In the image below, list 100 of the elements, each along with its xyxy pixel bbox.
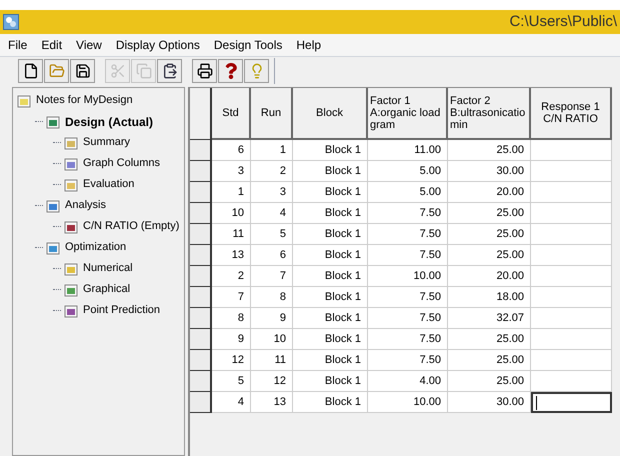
table-cell: Block 1 (293, 224, 368, 245)
row-header[interactable] (190, 224, 212, 245)
printer-icon (196, 63, 212, 79)
row-header[interactable] (190, 308, 212, 329)
table-cell: 3 (212, 161, 251, 182)
table-cell: 5.00 (368, 161, 448, 182)
table-cell: Block 1 (293, 371, 368, 392)
tree-item[interactable]: Evaluation (83, 176, 134, 193)
table-cell: 2 (212, 266, 251, 287)
table-cell: 10.00 (368, 266, 448, 287)
clipboard-icon (162, 63, 178, 79)
tree-item[interactable]: C/N RATIO (Empty) (83, 218, 180, 235)
table-cell: 9 (212, 329, 251, 350)
row-header[interactable] (190, 392, 212, 413)
table-cell: 9 (251, 308, 293, 329)
tree-item[interactable]: Summary (83, 134, 130, 151)
table-cell: 25.00 (448, 140, 531, 161)
table-cell: Block 1 (293, 287, 368, 308)
tree-item[interactable]: Design (Actual) (65, 112, 154, 130)
menu-item[interactable]: File (8, 36, 28, 54)
menu-item[interactable]: Help (296, 36, 322, 54)
table-cell: Block 1 (293, 329, 368, 350)
table-cell: 5 (251, 224, 293, 245)
table-cell: 11 (212, 224, 251, 245)
table-cell: 8 (251, 287, 293, 308)
row-header[interactable] (190, 161, 212, 182)
table-cell: 10 (212, 203, 251, 224)
table-cell: 30.00 (448, 161, 531, 182)
table-cell: 13 (212, 245, 251, 266)
table-cell: 4 (251, 203, 293, 224)
tree-item[interactable]: Point Prediction (83, 302, 160, 319)
tree-item[interactable]: Analysis (65, 197, 106, 214)
row-header[interactable] (190, 203, 212, 224)
table-cell: 25.00 (448, 371, 531, 392)
row-header[interactable] (190, 140, 212, 161)
table-cell: 7.50 (368, 203, 448, 224)
table-cell: 10.00 (368, 392, 448, 413)
tree-item[interactable]: Graph Columns (83, 155, 160, 172)
table-cell: 25.00 (448, 245, 531, 266)
table-cell: Block 1 (293, 308, 368, 329)
table-cell: 6 (212, 140, 251, 161)
table-cell: 7 (251, 266, 293, 287)
table-cell: 7.50 (368, 308, 448, 329)
row-header[interactable] (190, 350, 212, 371)
table-cell: Block 1 (293, 350, 368, 371)
table-cell: 25.00 (448, 203, 531, 224)
table-cell: 7 (212, 287, 251, 308)
table-cell: 7.50 (368, 245, 448, 266)
row-header[interactable] (190, 245, 212, 266)
menu-item[interactable]: Design Tools (214, 36, 282, 54)
table-cell: 2 (251, 161, 293, 182)
table-cell: 1 (212, 182, 251, 203)
save-icon (74, 63, 90, 79)
table-cell: 7.50 (368, 224, 448, 245)
table-cell: Block 1 (293, 392, 368, 413)
table-cell: Block 1 (293, 245, 368, 266)
row-header[interactable] (190, 329, 212, 350)
table-cell: Block 1 (293, 266, 368, 287)
table-cell: 18.00 (448, 287, 531, 308)
tree-item[interactable]: Notes for MyDesign (36, 92, 133, 109)
table-cell: 25.00 (448, 224, 531, 245)
table-cell: 20.00 (448, 266, 531, 287)
table-cell: 4.00 (368, 371, 448, 392)
table-cell: 7.50 (368, 329, 448, 350)
menu-item[interactable]: Display Options (116, 36, 200, 54)
toolbar-button[interactable] (192, 59, 217, 83)
tree-item[interactable]: Optimization (65, 239, 126, 256)
table-cell: 3 (251, 182, 293, 203)
table-cell: 12 (212, 350, 251, 371)
help-icon (222, 63, 238, 79)
row-header[interactable] (190, 371, 212, 392)
scissors-icon (110, 63, 126, 79)
column-header: Block (293, 88, 368, 140)
table-cell: Block 1 (293, 140, 368, 161)
menu-item[interactable]: View (76, 36, 102, 54)
table-cell: Block 1 (293, 161, 368, 182)
table-cell: 10 (251, 329, 293, 350)
tree-item[interactable]: Numerical (83, 260, 133, 277)
toolbar-button[interactable] (18, 59, 43, 83)
toolbar-button[interactable] (218, 59, 243, 83)
table-cell: 25.00 (448, 329, 531, 350)
row-header[interactable] (190, 266, 212, 287)
table-cell: 8 (212, 308, 251, 329)
menu-item[interactable]: Edit (41, 36, 62, 54)
tree-item[interactable]: Graphical (83, 281, 130, 298)
table-cell: 20.00 (448, 182, 531, 203)
toolbar-button[interactable] (70, 59, 95, 83)
row-header[interactable] (190, 287, 212, 308)
column-header: Run (251, 88, 293, 140)
table-cell: Block 1 (293, 182, 368, 203)
column-header: Factor 1 A:organic load gram (368, 88, 448, 140)
table-cell: 7.50 (368, 287, 448, 308)
table-cell: 6 (251, 245, 293, 266)
table-cell: 4 (212, 392, 251, 413)
table-cell: 11.00 (368, 140, 448, 161)
toolbar-button[interactable] (157, 59, 182, 83)
window-title: C:\Users\Public\ (509, 12, 617, 32)
app-icon (3, 14, 19, 30)
table-cell: 32.07 (448, 308, 531, 329)
row-header[interactable] (190, 182, 212, 203)
